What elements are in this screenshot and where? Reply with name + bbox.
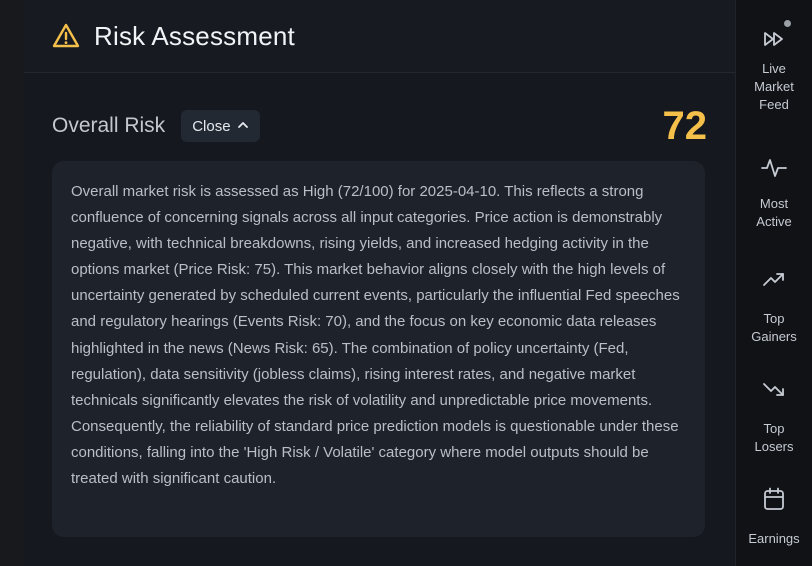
trending-down-icon: [761, 376, 787, 402]
risk-score: 72: [662, 103, 708, 148]
sidebar-item-label: Top Gainers: [751, 311, 797, 344]
left-edge-strip: [0, 0, 24, 566]
risk-assessment-panel: Risk Assessment Overall Risk Close 72 Ov…: [24, 0, 736, 566]
sidebar-item-live-market-feed[interactable]: Live Market Feed: [736, 20, 812, 114]
sidebar-item-label: Most Active: [756, 196, 792, 229]
chevron-up-icon: [237, 118, 249, 135]
panel-header: Risk Assessment: [24, 0, 735, 73]
fast-forward-icon: [761, 20, 791, 52]
sidebar-item-most-active[interactable]: Most Active: [736, 155, 812, 231]
trending-up-icon: [761, 266, 787, 292]
overall-risk-label: Overall Risk: [52, 114, 166, 137]
sidebar-item-label: Top Losers: [754, 421, 794, 454]
overall-risk-row: Overall Risk Close 72: [52, 103, 708, 148]
warning-triangle-icon: [52, 22, 80, 50]
notification-dot: [784, 20, 791, 27]
close-button[interactable]: Close: [181, 110, 260, 142]
risk-summary-box: Overall market risk is assessed as High …: [52, 161, 705, 537]
sidebar-item-top-gainers[interactable]: Top Gainers: [736, 266, 812, 346]
panel-title: Risk Assessment: [94, 20, 295, 51]
sidebar-item-earnings[interactable]: Earnings: [736, 486, 812, 548]
activity-pulse-icon: [761, 155, 787, 181]
close-button-label: Close: [192, 117, 231, 135]
right-sidebar: Live Market Feed Most Active Top Gainers…: [736, 0, 812, 566]
risk-summary-text: Overall market risk is assessed as High …: [71, 183, 680, 488]
sidebar-item-top-losers[interactable]: Top Losers: [736, 376, 812, 456]
calendar-icon: [761, 486, 787, 512]
sidebar-item-label: Earnings: [748, 531, 800, 546]
sidebar-item-label: Live Market Feed: [754, 61, 794, 112]
